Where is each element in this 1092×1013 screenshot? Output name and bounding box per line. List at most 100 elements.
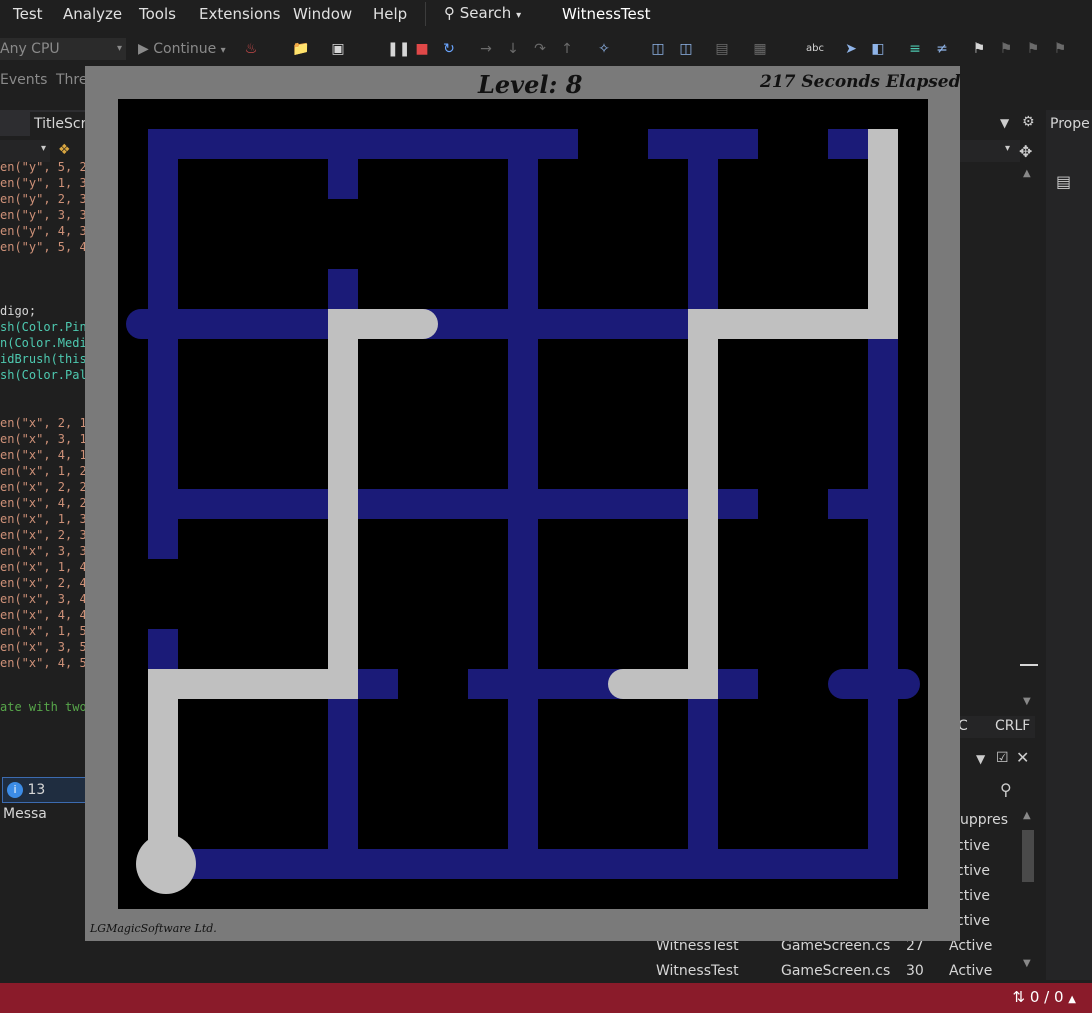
menu-test[interactable]: Test [13,5,43,23]
info-icon: i [7,782,23,798]
scroll-up-icon[interactable]: ▲ [1023,168,1031,179]
code-line: en("x", 1, 4) [0,560,86,574]
line-ending-indicator[interactable]: CRLF [995,718,1030,734]
scroll-down-icon[interactable]: ▼ [1023,958,1031,969]
platform-combo[interactable]: Any CPU ▾ [0,38,126,60]
error-list-scrollbar[interactable]: ▲ ▼ [1018,808,1038,976]
search-icon: ⚲ [444,4,455,22]
search-button[interactable]: ⚲ Search ▾ [444,4,521,22]
file-cell: GameScreen.cs [781,963,891,979]
hot-path-icon[interactable]: ✧ [596,40,612,58]
code-line: en("x", 1, 5) [0,624,86,638]
code-line: n(Color.Mediu [0,336,86,350]
events-label[interactable]: Events [0,72,47,88]
code-line: en("x", 1, 3) [0,512,86,526]
chevron-down-icon: ▾ [1004,143,1010,154]
restart-icon[interactable]: ↻ [441,40,457,58]
indent-icon[interactable]: ≡ [907,40,923,58]
step-out-icon[interactable]: ↑ [559,40,575,58]
menu-window[interactable]: Window [293,5,352,23]
code-line: en("x", 1, 2) [0,464,86,478]
step-into-icon[interactable]: ↓ [505,40,521,58]
pause-icon[interactable]: ❚❚ [387,40,410,58]
tab-list-icon[interactable]: ▼ [1000,116,1009,130]
play-icon: ▶ [138,41,149,57]
state-cell: ctive [956,863,990,879]
chevron-down-icon: ▾ [40,143,46,154]
status-bar [0,983,1092,1013]
chevron-down-icon: ▾ [516,10,522,21]
diagnostic-toolbar: Events Thre [0,70,90,92]
puzzle-board[interactable] [118,99,928,909]
scroll-thumb[interactable] [1020,664,1038,666]
show-next-statement-icon[interactable]: → [478,40,494,58]
code-line: en("y", 3, 3) [0,208,86,222]
code-line: en("x", 4, 4) [0,608,86,622]
search-icon[interactable]: ⚲ [1000,780,1012,799]
code-line: en("x", 4, 1) [0,448,86,462]
bookmark-icon[interactable]: ⚑ [971,40,987,58]
platform-label: Any CPU [0,41,60,57]
chevron-down-icon: ▾ [220,45,226,56]
pin-icon[interactable]: ☑ [996,750,1009,766]
stop-icon[interactable]: ■ [414,40,430,58]
bookmark-next-icon[interactable]: ⚑ [1025,40,1041,58]
navigation-combo[interactable]: ▾ [0,140,50,162]
window-position-icon[interactable]: ▼ [976,752,985,766]
step-over-icon[interactable]: ↷ [532,40,548,58]
editor-scrollbar[interactable]: ▲ ▼ [1018,166,1040,714]
messages-filter-button[interactable]: i 13 Messa [2,777,88,822]
code-line: en("x", 4, 5) [0,656,86,670]
select-icon[interactable]: ➤ [843,40,859,58]
window-title: WitnessTest [562,5,651,23]
code-line: en("x", 3, 5) [0,640,86,654]
scroll-up-icon[interactable]: ▲ [1023,810,1031,821]
threads-label[interactable]: Thre [56,72,88,88]
layout-icon[interactable]: ◧ [870,40,886,58]
grid-icon[interactable]: ▦ [752,40,768,58]
outdent-icon[interactable]: ≠ [934,40,950,58]
bookmark-prev-icon[interactable]: ⚑ [998,40,1014,58]
code-line: en("y", 5, 4) [0,240,86,254]
scroll-down-icon[interactable]: ▼ [1023,696,1031,707]
gear-icon[interactable]: ⚙ [1022,114,1035,130]
member-icon: ❖ [58,142,71,158]
chevron-down-icon: ▾ [116,43,122,54]
chevron-up-icon: ▲ [1068,994,1076,1005]
menu-bar: Test Analyze Tools Extensions Window Hel… [0,0,1092,30]
export-icon[interactable]: ▤ [714,40,730,58]
code-line: digo; [0,304,37,318]
git-sync-indicator[interactable]: ⇅ 0 / 0 ▲ [1012,988,1076,1006]
company-signature: LGMagicSoftware Ltd. [90,922,217,935]
spell-check-icon[interactable]: abc [806,40,824,58]
continue-button[interactable]: ▶ Continue ▾ [138,38,226,60]
breakpoint-upload-icon[interactable]: ◫ [678,40,694,58]
breakpoint-download-icon[interactable]: ◫ [650,40,666,58]
bookmark-clear-icon[interactable]: ⚑ [1052,40,1068,58]
state-cell: ctive [956,888,990,904]
categorized-icon[interactable]: ▤ [1056,172,1071,191]
scroll-thumb[interactable] [1022,830,1034,882]
sync-count: 0 / 0 [1029,988,1064,1006]
track-segment [508,129,538,879]
menu-help[interactable]: Help [373,5,407,23]
window-icon[interactable]: ▣ [330,40,346,58]
menu-tools[interactable]: Tools [139,5,176,23]
path-end-cap [408,309,438,339]
menu-analyze[interactable]: Analyze [63,5,122,23]
folder-icon[interactable]: 📁 [292,40,309,58]
hot-reload-icon[interactable]: ♨ [243,40,259,58]
close-icon[interactable]: ✕ [1016,748,1029,767]
suppression-column-header[interactable]: uppres [960,812,1008,828]
menu-extensions[interactable]: Extensions [199,5,280,23]
search-label: Search [459,4,512,22]
properties-panel [1046,110,1092,980]
properties-title: Prope [1050,116,1090,132]
track-segment [328,129,358,199]
code-line: en("x", 2, 4) [0,576,86,590]
split-editor-icon[interactable]: ✥ [1019,142,1032,161]
member-combo[interactable]: ▾ [960,140,1020,162]
code-line: en("x", 4, 2) [0,496,86,510]
track-segment [148,129,178,559]
continue-label: Continue [153,41,217,57]
